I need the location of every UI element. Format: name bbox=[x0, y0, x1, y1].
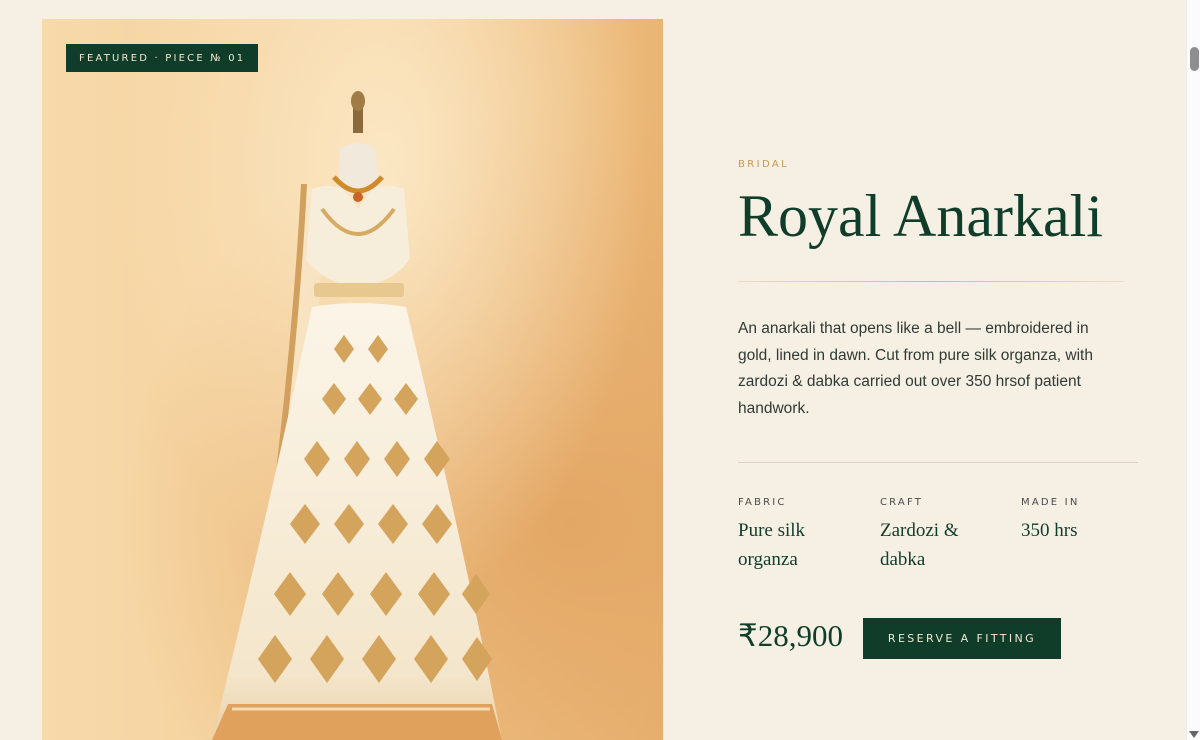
spec-craft: CRAFT Zardozi & dabka bbox=[880, 497, 980, 574]
reserve-fitting-button[interactable]: RESERVE A FITTING bbox=[863, 618, 1061, 659]
product-title: Royal Anarkali bbox=[738, 183, 1103, 249]
mannequin-illustration bbox=[212, 91, 502, 740]
scroll-down-arrow-icon[interactable] bbox=[1189, 731, 1199, 738]
spec-label: FABRIC bbox=[738, 497, 787, 508]
spec-label: CRAFT bbox=[880, 497, 924, 508]
specs-divider bbox=[738, 462, 1138, 463]
spec-label: MADE IN bbox=[1021, 497, 1080, 508]
product-description: An anarkali that opens like a bell — emb… bbox=[738, 320, 1093, 417]
product-photo: FEATURED · PIECE № 01 bbox=[42, 19, 663, 740]
product-price: ₹28,900 bbox=[738, 618, 843, 653]
scrollbar-thumb[interactable] bbox=[1190, 47, 1199, 71]
title-divider bbox=[738, 281, 1124, 282]
product-category: BRIDAL bbox=[738, 159, 790, 170]
spec-value: Zardozi & dabka bbox=[880, 520, 959, 570]
spec-made-in: MADE IN 350 hrs bbox=[1021, 497, 1121, 545]
spec-value: Pure silk organza bbox=[738, 520, 806, 570]
page-scrollbar[interactable] bbox=[1186, 0, 1200, 740]
spec-fabric: FABRIC Pure silk organza bbox=[738, 497, 838, 574]
featured-badge: FEATURED · PIECE № 01 bbox=[66, 44, 259, 72]
spec-value: 350 hrs bbox=[1021, 520, 1078, 541]
